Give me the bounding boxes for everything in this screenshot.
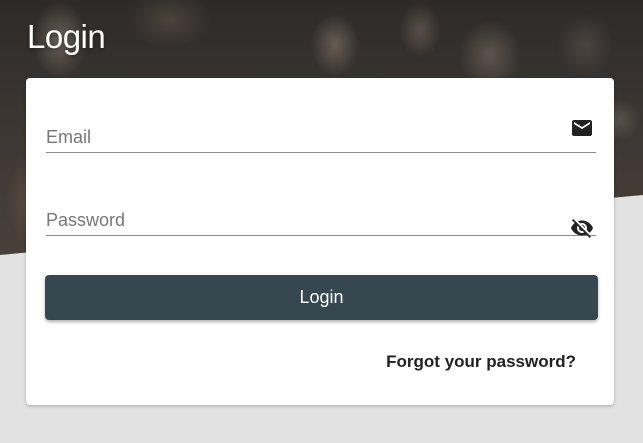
email-field-container bbox=[46, 112, 596, 153]
password-input[interactable] bbox=[46, 210, 556, 231]
email-input[interactable] bbox=[46, 127, 556, 148]
login-card: Login Forgot your password? bbox=[26, 78, 614, 405]
page-title: Login bbox=[27, 18, 106, 55]
forgot-password-link[interactable]: Forgot your password? bbox=[386, 352, 576, 372]
login-button[interactable]: Login bbox=[45, 275, 598, 320]
eye-off-icon[interactable] bbox=[570, 216, 594, 240]
password-field-container bbox=[46, 195, 596, 238]
envelope-icon bbox=[570, 116, 594, 140]
